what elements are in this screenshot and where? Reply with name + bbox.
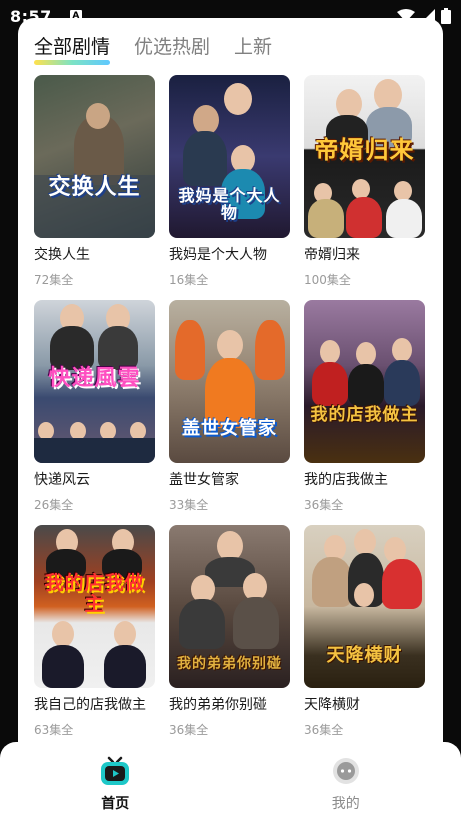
drama-title: 我自己的店我做主 xyxy=(34,697,146,713)
drama-poster[interactable]: 我的弟弟你别碰 xyxy=(169,525,290,688)
drama-card[interactable]: 我的店我做主 我的店我做主 36集全 xyxy=(304,300,425,525)
poster-title: 帝婿归来 xyxy=(314,135,415,164)
drama-poster[interactable]: 我妈是个大人物 xyxy=(169,75,290,238)
drama-card[interactable]: 盖世女管家 盖世女管家 33集全 xyxy=(169,300,290,525)
drama-title: 我的弟弟你别碰 xyxy=(169,697,267,713)
tab-label: 上新 xyxy=(234,36,273,58)
tab-featured-dramas[interactable]: 优选热剧 xyxy=(134,32,210,59)
poster-title: 我的店我做主 xyxy=(44,572,145,615)
drama-poster[interactable]: 盖世女管家 xyxy=(169,300,290,463)
drama-card[interactable]: 我的店我做主 我自己的店我做主 63集全 xyxy=(34,525,155,750)
drama-poster[interactable]: 快递風雲 xyxy=(34,300,155,463)
drama-poster[interactable]: 交换人生 xyxy=(34,75,155,238)
drama-episodes: 26集全 xyxy=(34,498,74,512)
poster-title: 天降横财 xyxy=(326,645,403,667)
drama-title: 快递风云 xyxy=(34,472,90,488)
tab-label: 优选热剧 xyxy=(134,36,211,58)
poster-title: 我的弟弟你别碰 xyxy=(177,655,282,672)
drama-title: 帝婿归来 xyxy=(304,247,360,263)
poster-title: 我的店我做主 xyxy=(310,405,419,426)
content-card: 全部剧情 优选热剧 上新 交换人生 交换人生 72集全 我妈是个大人物 我妈是个… xyxy=(18,18,443,758)
chat-bubble-icon xyxy=(332,758,359,784)
drama-title: 天降横财 xyxy=(304,697,360,713)
tab-all-dramas[interactable]: 全部剧情 xyxy=(34,32,111,65)
nav-label: 我的 xyxy=(331,796,360,812)
drama-title: 我的店我做主 xyxy=(304,472,388,488)
poster-title: 交换人生 xyxy=(48,174,141,200)
poster-title: 快递風雲 xyxy=(48,365,141,391)
drama-episodes: 72集全 xyxy=(34,273,74,287)
drama-episodes: 16集全 xyxy=(169,273,209,287)
drama-episodes: 100集全 xyxy=(304,273,351,287)
drama-episodes: 36集全 xyxy=(304,498,344,512)
tv-icon xyxy=(101,756,130,785)
battery-icon xyxy=(441,8,451,24)
nav-home[interactable]: 首页 xyxy=(0,742,231,819)
drama-title: 盖世女管家 xyxy=(169,472,239,488)
nav-profile[interactable]: 我的 xyxy=(231,742,461,819)
drama-poster[interactable]: 天降横财 xyxy=(304,525,425,688)
bottom-nav: 首页 我的 xyxy=(0,742,461,819)
drama-episodes: 36集全 xyxy=(169,723,209,737)
drama-grid: 交换人生 交换人生 72集全 我妈是个大人物 我妈是个大人物 16集全 帝婿归来… xyxy=(34,75,429,750)
drama-card[interactable]: 交换人生 交换人生 72集全 xyxy=(34,75,155,300)
poster-title: 盖世女管家 xyxy=(182,418,277,440)
tab-label: 全部剧情 xyxy=(34,36,111,58)
drama-title: 交换人生 xyxy=(34,247,90,263)
drama-card[interactable]: 天降横财 天降横财 36集全 xyxy=(304,525,425,750)
tab-active-indicator xyxy=(34,60,111,65)
drama-title: 我妈是个大人物 xyxy=(169,247,267,263)
drama-card[interactable]: 我妈是个大人物 我妈是个大人物 16集全 xyxy=(169,75,290,300)
drama-card[interactable]: 快递風雲 快递风云 26集全 xyxy=(34,300,155,525)
nav-label: 首页 xyxy=(101,796,130,812)
drama-episodes: 63集全 xyxy=(34,723,74,737)
drama-poster[interactable]: 我的店我做主 xyxy=(34,525,155,688)
drama-episodes: 36集全 xyxy=(304,723,344,737)
drama-poster[interactable]: 我的店我做主 xyxy=(304,300,425,463)
drama-poster[interactable]: 帝婿归来 xyxy=(304,75,425,238)
tab-new-releases[interactable]: 上新 xyxy=(234,32,272,59)
category-tabs: 全部剧情 优选热剧 上新 xyxy=(34,32,272,65)
drama-episodes: 33集全 xyxy=(169,498,209,512)
drama-card[interactable]: 我的弟弟你别碰 我的弟弟你别碰 36集全 xyxy=(169,525,290,750)
poster-title: 我妈是个大人物 xyxy=(178,185,281,223)
drama-card[interactable]: 帝婿归来 帝婿归来 100集全 xyxy=(304,75,425,300)
